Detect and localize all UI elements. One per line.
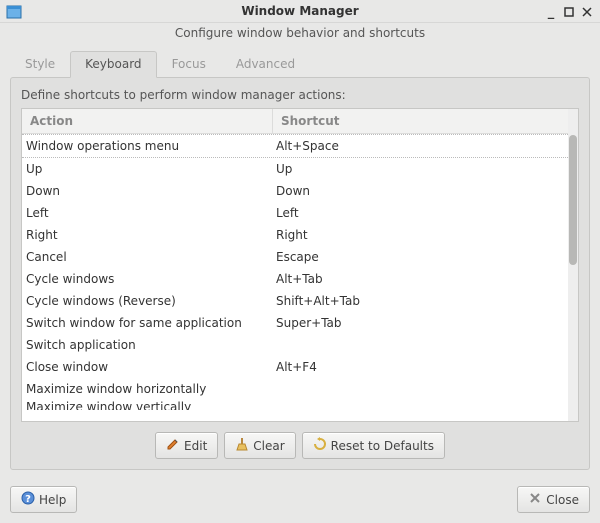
cell-action: Cancel — [22, 250, 268, 264]
cell-shortcut: Down — [268, 184, 568, 198]
window-root: Window Manager _ Configure window behavi… — [0, 0, 600, 523]
maximize-button[interactable] — [560, 0, 578, 24]
edit-button[interactable]: Edit — [155, 432, 218, 459]
table-header: Action Shortcut — [22, 109, 568, 134]
broom-icon — [235, 437, 249, 454]
tab-style[interactable]: Style — [10, 51, 70, 78]
table-row[interactable]: Maximize window vertically — [22, 400, 568, 410]
cell-action: Cycle windows (Reverse) — [22, 294, 268, 308]
table-scroll-area[interactable]: Action Shortcut Window operations menu A… — [22, 109, 568, 421]
table-row[interactable]: Cycle windows Alt+Tab — [22, 268, 568, 290]
cell-action: Window operations menu — [22, 139, 268, 153]
close-button[interactable]: Close — [517, 486, 590, 513]
cell-action: Maximize window horizontally — [22, 382, 268, 396]
cell-action: Switch window for same application — [22, 316, 268, 330]
titlebar[interactable]: Window Manager _ — [0, 0, 600, 23]
close-button-label: Close — [546, 493, 579, 507]
vertical-scrollbar[interactable] — [568, 109, 578, 421]
cell-shortcut: Alt+Space — [268, 139, 568, 153]
cell-action: Maximize window vertically — [22, 400, 268, 410]
cell-action: Up — [22, 162, 268, 176]
clear-button-label: Clear — [253, 439, 284, 453]
edit-button-label: Edit — [184, 439, 207, 453]
cell-action: Switch application — [22, 338, 268, 352]
cell-action: Left — [22, 206, 268, 220]
tab-focus[interactable]: Focus — [157, 51, 221, 78]
cell-shortcut: Up — [268, 162, 568, 176]
cell-action: Right — [22, 228, 268, 242]
reset-button[interactable]: Reset to Defaults — [302, 432, 445, 459]
table-body: Window operations menu Alt+Space Up Up D… — [22, 134, 568, 410]
table-row[interactable]: Window operations menu Alt+Space — [22, 134, 568, 158]
tab-row: Style Keyboard Focus Advanced — [0, 50, 600, 77]
svg-text:?: ? — [25, 494, 31, 505]
window-subtitle: Configure window behavior and shortcuts — [0, 23, 600, 46]
table-row[interactable]: Up Up — [22, 158, 568, 180]
cell-shortcut: Right — [268, 228, 568, 242]
table-row[interactable]: Switch window for same application Super… — [22, 312, 568, 334]
table-row[interactable]: Cycle windows (Reverse) Shift+Alt+Tab — [22, 290, 568, 312]
cell-shortcut: Left — [268, 206, 568, 220]
shortcut-table: Action Shortcut Window operations menu A… — [21, 108, 579, 422]
cell-shortcut: Super+Tab — [268, 316, 568, 330]
column-header-shortcut[interactable]: Shortcut — [273, 114, 568, 128]
table-row[interactable]: Left Left — [22, 202, 568, 224]
table-row[interactable]: Right Right — [22, 224, 568, 246]
app-icon — [6, 4, 22, 20]
column-header-action[interactable]: Action — [22, 109, 273, 133]
cell-action: Cycle windows — [22, 272, 268, 286]
bottom-bar: ? Help Close — [0, 478, 600, 523]
cell-shortcut: Escape — [268, 250, 568, 264]
pencil-icon — [166, 437, 180, 454]
cell-shortcut: Shift+Alt+Tab — [268, 294, 568, 308]
refresh-icon — [313, 437, 327, 454]
cell-shortcut: Alt+F4 — [268, 360, 568, 374]
window-controls: _ — [542, 0, 596, 24]
window-title: Window Manager — [241, 4, 358, 18]
cell-action: Down — [22, 184, 268, 198]
table-row[interactable]: Close window Alt+F4 — [22, 356, 568, 378]
tab-advanced[interactable]: Advanced — [221, 51, 310, 78]
close-window-button[interactable] — [578, 0, 596, 24]
table-row[interactable]: Down Down — [22, 180, 568, 202]
cell-shortcut: Alt+Tab — [268, 272, 568, 286]
tab-keyboard[interactable]: Keyboard — [70, 51, 156, 78]
table-row[interactable]: Maximize window horizontally — [22, 378, 568, 400]
clear-button[interactable]: Clear — [224, 432, 295, 459]
cell-action: Close window — [22, 360, 268, 374]
table-row[interactable]: Switch application — [22, 334, 568, 356]
tab-panel: Define shortcuts to perform window manag… — [10, 77, 590, 470]
instruction-text: Define shortcuts to perform window manag… — [21, 88, 579, 102]
help-button[interactable]: ? Help — [10, 486, 77, 513]
help-button-label: Help — [39, 493, 66, 507]
minimize-button[interactable]: _ — [542, 0, 560, 24]
reset-button-label: Reset to Defaults — [331, 439, 434, 453]
table-row[interactable]: Cancel Escape — [22, 246, 568, 268]
action-button-row: Edit Clear Reset to Defaults — [21, 432, 579, 459]
close-icon — [528, 491, 542, 508]
scroll-thumb[interactable] — [569, 135, 577, 265]
help-icon: ? — [21, 491, 35, 508]
